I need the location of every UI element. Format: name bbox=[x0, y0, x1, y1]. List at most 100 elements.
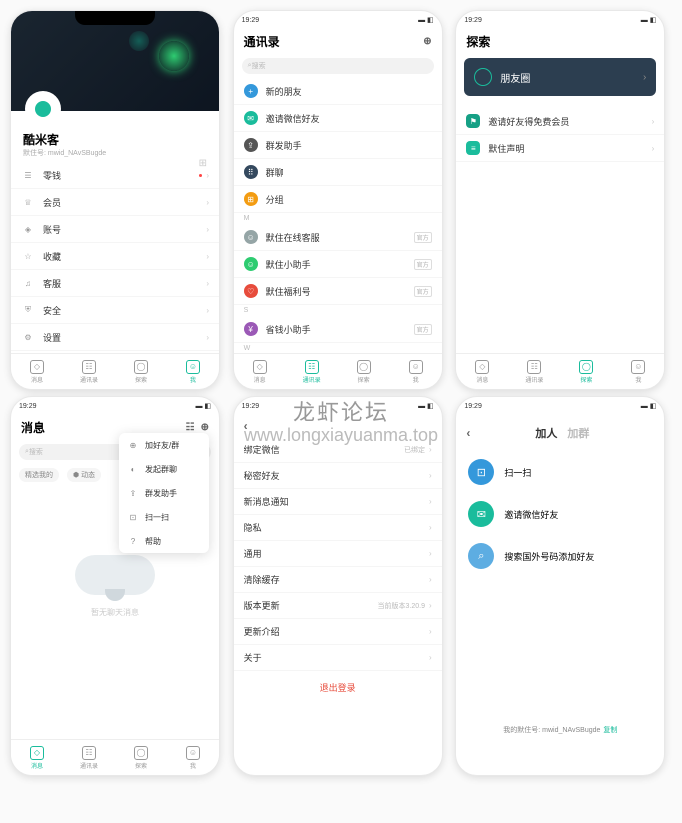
tab-add-group[interactable]: 加群 bbox=[567, 425, 589, 441]
folder-icon: ⊞ bbox=[244, 192, 258, 206]
popup-help[interactable]: ?帮助 bbox=[119, 529, 209, 553]
wechat-icon: ✉ bbox=[468, 501, 494, 527]
tab-add-people[interactable]: 加人 bbox=[535, 425, 557, 441]
add-invite-wechat[interactable]: ✉邀请微信好友 bbox=[456, 493, 664, 535]
person-add-icon: + bbox=[244, 84, 258, 98]
menu-favorites[interactable]: ☆收藏› bbox=[11, 243, 219, 270]
settings-clear-cache[interactable]: 清除缓存› bbox=[234, 567, 442, 593]
popup-broadcast[interactable]: ⇪群发助手 bbox=[119, 481, 209, 505]
settings-bind-wechat[interactable]: 绑定微信已绑定› bbox=[234, 437, 442, 463]
profile-id: 默住号: mwid_NAvSBugde bbox=[23, 148, 207, 158]
tab-messages[interactable]: ◇消息 bbox=[11, 740, 63, 775]
moments-card[interactable]: 朋友圈 › bbox=[464, 58, 656, 96]
avatar-icon: ☺ bbox=[244, 230, 258, 244]
tab-messages[interactable]: ◇消息 bbox=[11, 354, 63, 389]
menu-wallet[interactable]: ☰零钱› bbox=[11, 162, 219, 189]
menu-security[interactable]: ⛨安全› bbox=[11, 297, 219, 324]
add-icon[interactable]: ⊕ bbox=[423, 36, 431, 47]
contacts-invite-wechat[interactable]: ✉邀请微信好友 bbox=[234, 105, 442, 132]
scan-icon: ⊡ bbox=[468, 459, 494, 485]
tab-explore[interactable]: ◯探索 bbox=[115, 740, 167, 775]
tab-me[interactable]: ☺我 bbox=[390, 354, 442, 389]
screen-profile: 酷米客 默住号: mwid_NAvSBugde ⊞ ☰零钱› ♕会员› ◈账号›… bbox=[10, 10, 220, 390]
screen-messages: 19:29▬ ◧ 消息☷⊕ ⌕ 搜索 精选我的 ⬢ 动态 ⊕加好友/群 ◐发起群… bbox=[10, 396, 220, 776]
settings-notifications[interactable]: 新消息通知› bbox=[234, 489, 442, 515]
statusbar: 19:29▬ ◧ bbox=[11, 397, 219, 415]
settings-privacy[interactable]: 隐私› bbox=[234, 515, 442, 541]
person-add-icon: ⊕ bbox=[127, 439, 139, 451]
statusbar: 19:29▬ ◧ bbox=[234, 397, 442, 415]
tab-explore[interactable]: ◯探索 bbox=[338, 354, 390, 389]
explore-statement[interactable]: ≡默住声明› bbox=[456, 135, 664, 162]
settings-changelog[interactable]: 更新介绍› bbox=[234, 619, 442, 645]
add-scan[interactable]: ⊡扫一扫 bbox=[456, 451, 664, 493]
contacts-broadcast[interactable]: ⇪群发助手 bbox=[234, 132, 442, 159]
back-icon[interactable]: ‹ bbox=[244, 419, 248, 433]
chip-selected[interactable]: 精选我的 bbox=[19, 468, 59, 482]
popup-scan[interactable]: ⊡扫一扫 bbox=[119, 505, 209, 529]
header: ‹ 加人 加群 bbox=[456, 415, 664, 451]
broadcast-icon: ⇪ bbox=[127, 487, 139, 499]
add-search-intl[interactable]: ⌕搜索国外号码添加好友 bbox=[456, 535, 664, 577]
menu-vip[interactable]: ♕会员› bbox=[11, 189, 219, 216]
chat-icon: ◐ bbox=[127, 463, 139, 475]
settings-version[interactable]: 版本更新当前版本3.20.9› bbox=[234, 593, 442, 619]
contact-item[interactable]: ♡默住福利号官方 bbox=[234, 278, 442, 305]
contact-item[interactable]: ☺默住小助手官方 bbox=[234, 251, 442, 278]
profile-menu: ☰零钱› ♕会员› ◈账号› ☆收藏› ♫客服› ⛨安全› ⚙设置› bbox=[11, 162, 219, 351]
section-m: M bbox=[234, 213, 442, 224]
plus-menu-popup: ⊕加好友/群 ◐发起群聊 ⇪群发助手 ⊡扫一扫 ?帮助 bbox=[119, 433, 209, 553]
settings-secret-friends[interactable]: 秘密好友› bbox=[234, 463, 442, 489]
settings-general[interactable]: 通用› bbox=[234, 541, 442, 567]
calendar-icon[interactable]: ☷ bbox=[186, 422, 195, 433]
statusbar: 19:29▬ ◧ bbox=[234, 11, 442, 29]
screen-contacts: 19:29▬ ◧ 通讯录⊕ ⌕ 搜索 +新的朋友 ✉邀请微信好友 ⇪群发助手 ⠿… bbox=[233, 10, 443, 390]
logout-button[interactable]: 退出登录 bbox=[234, 671, 442, 704]
menu-support[interactable]: ♫客服› bbox=[11, 270, 219, 297]
statusbar: 19:29▬ ◧ bbox=[456, 11, 664, 29]
contacts-tags[interactable]: ⊞分组 bbox=[234, 186, 442, 213]
tab-contacts[interactable]: ☷通讯录 bbox=[508, 354, 560, 389]
header: ‹ bbox=[234, 415, 442, 437]
search-icon: ⌕ bbox=[468, 543, 494, 569]
page-title: 探索 bbox=[466, 33, 654, 50]
wechat-icon: ✉ bbox=[244, 111, 258, 125]
tab-me[interactable]: ☺我 bbox=[612, 354, 664, 389]
tabbar: ◇消息 ☷通讯录 ◯探索 ☺我 bbox=[11, 353, 219, 389]
tab-explore[interactable]: ◯探索 bbox=[115, 354, 167, 389]
tabbar: ◇消息 ☷通讯录 ◯探索 ☺我 bbox=[234, 353, 442, 389]
scan-icon: ⊡ bbox=[127, 511, 139, 523]
phone-grid: 酷米客 默住号: mwid_NAvSBugde ⊞ ☰零钱› ♕会员› ◈账号›… bbox=[0, 0, 682, 786]
plus-icon[interactable]: ⊕ bbox=[201, 422, 209, 433]
section-s: S bbox=[234, 305, 442, 316]
tab-messages[interactable]: ◇消息 bbox=[234, 354, 286, 389]
explore-invite[interactable]: ⚑邀请好友得免费会员› bbox=[456, 108, 664, 135]
chip-moments[interactable]: ⬢ 动态 bbox=[67, 468, 101, 482]
tab-messages[interactable]: ◇消息 bbox=[456, 354, 508, 389]
contacts-new-friends[interactable]: +新的朋友 bbox=[234, 78, 442, 105]
contacts-groups[interactable]: ⠿群聊 bbox=[234, 159, 442, 186]
tab-contacts[interactable]: ☷通讯录 bbox=[63, 354, 115, 389]
menu-account[interactable]: ◈账号› bbox=[11, 216, 219, 243]
popup-add-friend[interactable]: ⊕加好友/群 bbox=[119, 433, 209, 457]
copy-button[interactable]: 复制 bbox=[603, 727, 617, 734]
settings-about[interactable]: 关于› bbox=[234, 645, 442, 671]
tab-contacts[interactable]: ☷通讯录 bbox=[63, 740, 115, 775]
help-icon: ? bbox=[127, 535, 139, 547]
account-icon: ◈ bbox=[21, 222, 35, 236]
tab-contacts[interactable]: ☷通讯录 bbox=[286, 354, 338, 389]
contact-item[interactable]: ¥省钱小助手官方 bbox=[234, 316, 442, 343]
avatar-icon: ¥ bbox=[244, 322, 258, 336]
profile-header-bg bbox=[11, 11, 219, 111]
tabbar: ◇消息 ☷通讯录 ◯探索 ☺我 bbox=[456, 353, 664, 389]
header: 通讯录⊕ bbox=[234, 29, 442, 54]
screen-add: 19:29▬ ◧ ‹ 加人 加群 ⊡扫一扫 ✉邀请微信好友 ⌕搜索国外号码添加好… bbox=[455, 396, 665, 776]
tab-explore[interactable]: ◯探索 bbox=[560, 354, 612, 389]
menu-settings[interactable]: ⚙设置› bbox=[11, 324, 219, 351]
tab-me[interactable]: ☺我 bbox=[167, 740, 219, 775]
search-input[interactable]: ⌕ 搜索 bbox=[242, 58, 434, 74]
contact-item[interactable]: ☺默住在线客服官方 bbox=[234, 224, 442, 251]
tab-me[interactable]: ☺我 bbox=[167, 354, 219, 389]
popup-start-group[interactable]: ◐发起群聊 bbox=[119, 457, 209, 481]
headset-icon: ♫ bbox=[21, 276, 35, 290]
